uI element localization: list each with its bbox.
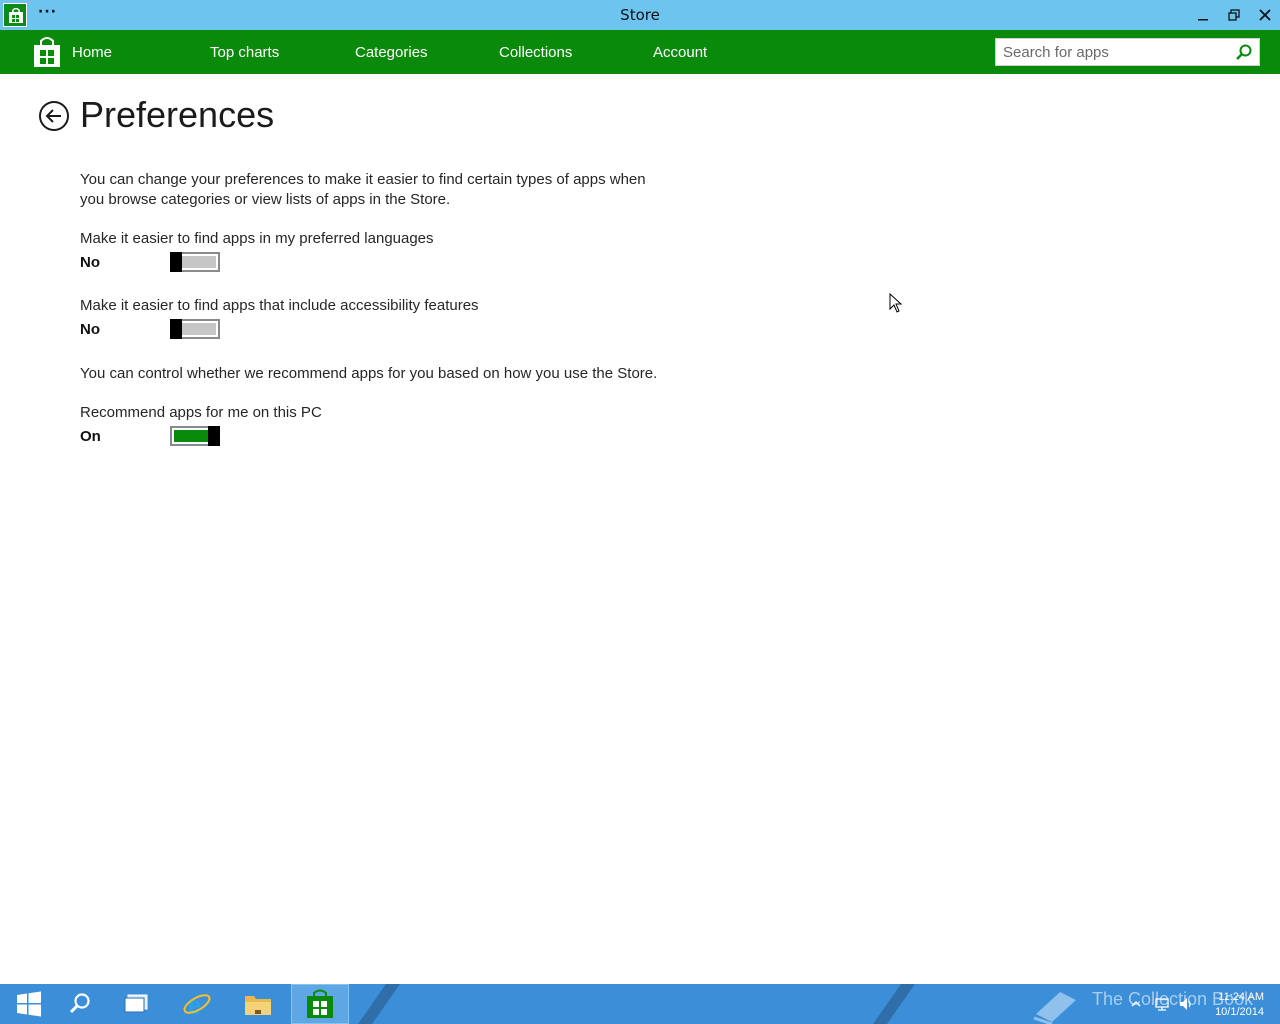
task-view-icon bbox=[124, 994, 148, 1013]
back-arrow-icon[interactable] bbox=[38, 100, 70, 132]
file-explorer-icon bbox=[245, 996, 271, 1015]
preferences-intro: You can change your preferences to make … bbox=[80, 171, 646, 208]
nav-home[interactable]: Home bbox=[72, 44, 112, 61]
clock-time: 11:24 AM bbox=[1218, 991, 1264, 1003]
search-button[interactable] bbox=[51, 984, 109, 1024]
book-watermark-icon bbox=[1033, 992, 1076, 1024]
accessibility-toggle[interactable] bbox=[170, 319, 220, 339]
search-icon[interactable] bbox=[1235, 43, 1253, 61]
restore-icon bbox=[1228, 9, 1240, 21]
minimize-button[interactable] bbox=[1190, 3, 1216, 27]
title-bar: ··· Store bbox=[0, 0, 1280, 30]
recommend-intro: You can control whether we recommend app… bbox=[80, 365, 658, 382]
taskbar: e The Collection Book 11:24 AM 10/1/2014 bbox=[0, 984, 1280, 1024]
mouse-cursor-icon bbox=[889, 293, 903, 313]
setting-recommend: Recommend apps for me on this PC On bbox=[80, 404, 660, 450]
internet-explorer-icon: e bbox=[183, 990, 211, 1019]
task-view-button[interactable] bbox=[107, 984, 165, 1024]
page-title: Preferences bbox=[80, 94, 275, 135]
restore-button[interactable] bbox=[1221, 3, 1247, 27]
taskbar-stripe bbox=[343, 984, 401, 1024]
windows-start-icon bbox=[17, 991, 41, 1017]
nav-top-charts[interactable]: Top charts bbox=[210, 44, 279, 61]
network-icon[interactable] bbox=[1154, 996, 1170, 1012]
setting-languages: Make it easier to find apps in my prefer… bbox=[80, 230, 660, 276]
clock-date: 10/1/2014 bbox=[1215, 1006, 1264, 1018]
store-logo-icon[interactable] bbox=[32, 36, 62, 68]
search-box bbox=[995, 38, 1260, 66]
taskbar-stripe bbox=[858, 984, 916, 1024]
window-title: Store bbox=[620, 6, 660, 24]
setting-accessibility-state: No bbox=[80, 321, 100, 338]
setting-recommend-state: On bbox=[80, 428, 101, 445]
setting-accessibility-label: Make it easier to find apps that include… bbox=[80, 297, 479, 314]
close-button[interactable] bbox=[1252, 3, 1278, 27]
preferences-panel: You can change your preferences to make … bbox=[80, 170, 660, 450]
nav-collections[interactable]: Collections bbox=[499, 44, 572, 61]
show-hidden-icons-icon[interactable] bbox=[1128, 996, 1144, 1012]
nav-account[interactable]: Account bbox=[653, 44, 707, 61]
volume-icon[interactable] bbox=[1178, 996, 1194, 1012]
search-icon bbox=[69, 993, 90, 1014]
setting-recommend-label: Recommend apps for me on this PC bbox=[80, 404, 322, 421]
setting-languages-label: Make it easier to find apps in my prefer… bbox=[80, 230, 434, 247]
store-taskbar-button[interactable] bbox=[291, 984, 349, 1024]
search-input[interactable] bbox=[996, 39, 1226, 65]
languages-toggle[interactable] bbox=[170, 252, 220, 272]
minimize-icon bbox=[1198, 19, 1208, 21]
internet-explorer-button[interactable]: e bbox=[168, 984, 226, 1024]
close-icon bbox=[1259, 9, 1271, 21]
setting-languages-state: No bbox=[80, 254, 100, 271]
nav-categories[interactable]: Categories bbox=[355, 44, 428, 61]
store-icon bbox=[307, 989, 333, 1018]
recommend-toggle[interactable] bbox=[170, 426, 220, 446]
svg-text:e: e bbox=[188, 990, 200, 1019]
start-button[interactable] bbox=[0, 984, 58, 1024]
setting-accessibility: Make it easier to find apps that include… bbox=[80, 297, 660, 343]
store-nav-bar: Home Top charts Categories Collections A… bbox=[0, 30, 1280, 74]
system-clock[interactable]: 11:24 AM 10/1/2014 bbox=[1215, 990, 1264, 1020]
file-explorer-button[interactable] bbox=[229, 984, 287, 1024]
